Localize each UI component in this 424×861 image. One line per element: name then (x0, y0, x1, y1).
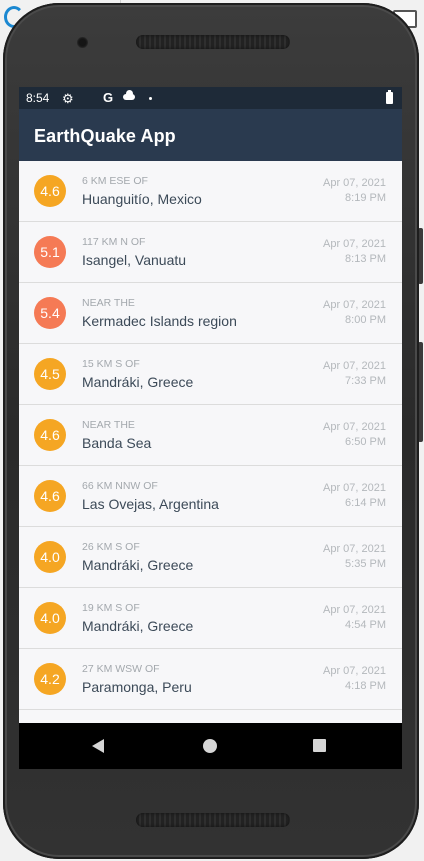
quake-date: Apr 07, 2021 (323, 665, 386, 677)
earthquake-list-item[interactable]: 5.1 117 KM N OF Isangel, Vanuatu Apr 07, 20… (19, 222, 402, 283)
recents-square-icon[interactable] (313, 739, 326, 752)
quake-date: Apr 07, 2021 (323, 299, 386, 311)
magnitude-badge: 4.6 (34, 419, 66, 451)
quake-time: 8:00 PM (345, 314, 386, 326)
quake-time: 7:33 PM (345, 375, 386, 387)
settings-gear-icon: ⚙ (62, 91, 74, 106)
quake-time: 4:18 PM (345, 680, 386, 692)
status-time: 8:54 (26, 91, 50, 105)
quake-time: 8:19 PM (345, 192, 386, 204)
battery-icon (386, 90, 393, 104)
location-offset: NEAR THE (82, 297, 135, 309)
quake-time: 6:14 PM (345, 497, 386, 509)
google-icon: G (103, 90, 114, 105)
earthquake-list-item[interactable] (19, 710, 402, 723)
primary-location: Kermadec Islands region (82, 313, 237, 329)
magnitude-badge: 4.5 (34, 358, 66, 390)
location-offset: NEAR THE (82, 419, 135, 431)
earthquake-list-item[interactable]: 4.0 19 KM S OF Mandráki, Greece Apr 07, 202… (19, 588, 402, 649)
front-camera-icon (77, 37, 88, 48)
location-offset: 26 KM S OF (82, 541, 140, 553)
earthquake-list-item[interactable]: 4.6 6 KM ESE OF Huanguitío, Mexico Apr 07, … (19, 161, 402, 222)
phone-screen: 8:54 ⚙ G EarthQuake App 4.6 6 KM ESE OF Hu… (19, 87, 402, 769)
location-offset: 19 KM S OF (82, 602, 140, 614)
quake-date: Apr 07, 2021 (323, 360, 386, 372)
quake-time: 6:50 PM (345, 436, 386, 448)
earthquake-list-item[interactable]: 4.6 NEAR THE Banda Sea Apr 07, 2021 6:50 PM (19, 405, 402, 466)
notification-dot-icon (149, 97, 152, 100)
primary-location: Mandráki, Greece (82, 557, 194, 573)
magnitude-badge: 4.6 (34, 175, 66, 207)
top-speaker (136, 35, 290, 49)
primary-location: Banda Sea (82, 435, 152, 451)
location-offset: 66 KM NNW OF (82, 480, 158, 492)
earthquake-list-item[interactable]: 4.0 26 KM S OF Mandráki, Greece Apr 07, 202… (19, 527, 402, 588)
quake-date: Apr 07, 2021 (323, 604, 386, 616)
quake-date: Apr 07, 2021 (323, 421, 386, 433)
location-offset: 6 KM ESE OF (82, 175, 148, 187)
cloud-icon (123, 90, 135, 100)
app-bar: EarthQuake App (19, 109, 402, 161)
location-offset: 15 KM S OF (82, 358, 140, 370)
back-triangle-icon[interactable] (92, 739, 104, 753)
bottom-speaker (136, 813, 290, 827)
quake-time: 5:35 PM (345, 558, 386, 570)
quake-date: Apr 07, 2021 (323, 482, 386, 494)
home-circle-icon[interactable] (203, 739, 217, 753)
magnitude-badge: 4.6 (34, 480, 66, 512)
quake-date: Apr 07, 2021 (323, 177, 386, 189)
location-offset: 117 KM N OF (82, 236, 146, 248)
magnitude-badge: 5.4 (34, 297, 66, 329)
primary-location: Las Ovejas, Argentina (82, 496, 219, 512)
earthquake-list-item[interactable]: 4.6 66 KM NNW OF Las Ovejas, Argentina Apr … (19, 466, 402, 527)
magnitude-badge: 4.2 (34, 663, 66, 695)
earthquake-list[interactable]: 4.6 6 KM ESE OF Huanguitío, Mexico Apr 07, … (19, 161, 402, 723)
quake-time: 8:13 PM (345, 253, 386, 265)
primary-location: Paramonga, Peru (82, 679, 192, 695)
navigation-bar (19, 723, 402, 769)
earthquake-list-item[interactable]: 5.4 NEAR THE Kermadec Islands region Apr 07… (19, 283, 402, 344)
quake-time: 4:54 PM (345, 619, 386, 631)
magnitude-badge: 4.0 (34, 541, 66, 573)
earthquake-list-item[interactable]: 4.5 15 KM S OF Mandráki, Greece Apr 07, 202… (19, 344, 402, 405)
status-bar: 8:54 ⚙ G (19, 87, 402, 109)
primary-location: Isangel, Vanuatu (82, 252, 187, 268)
earthquake-list-item[interactable]: 4.2 27 KM WSW OF Paramonga, Peru Apr 07, 20… (19, 649, 402, 710)
quake-date: Apr 07, 2021 (323, 238, 386, 250)
primary-location: Huanguitío, Mexico (82, 191, 202, 207)
primary-location: Mandráki, Greece (82, 618, 194, 634)
app-title: EarthQuake App (34, 126, 176, 146)
magnitude-badge: 4.0 (34, 602, 66, 634)
primary-location: Mandráki, Greece (82, 374, 194, 390)
quake-date: Apr 07, 2021 (323, 543, 386, 555)
magnitude-badge: 5.1 (34, 236, 66, 268)
location-offset: 27 KM WSW OF (82, 663, 160, 675)
